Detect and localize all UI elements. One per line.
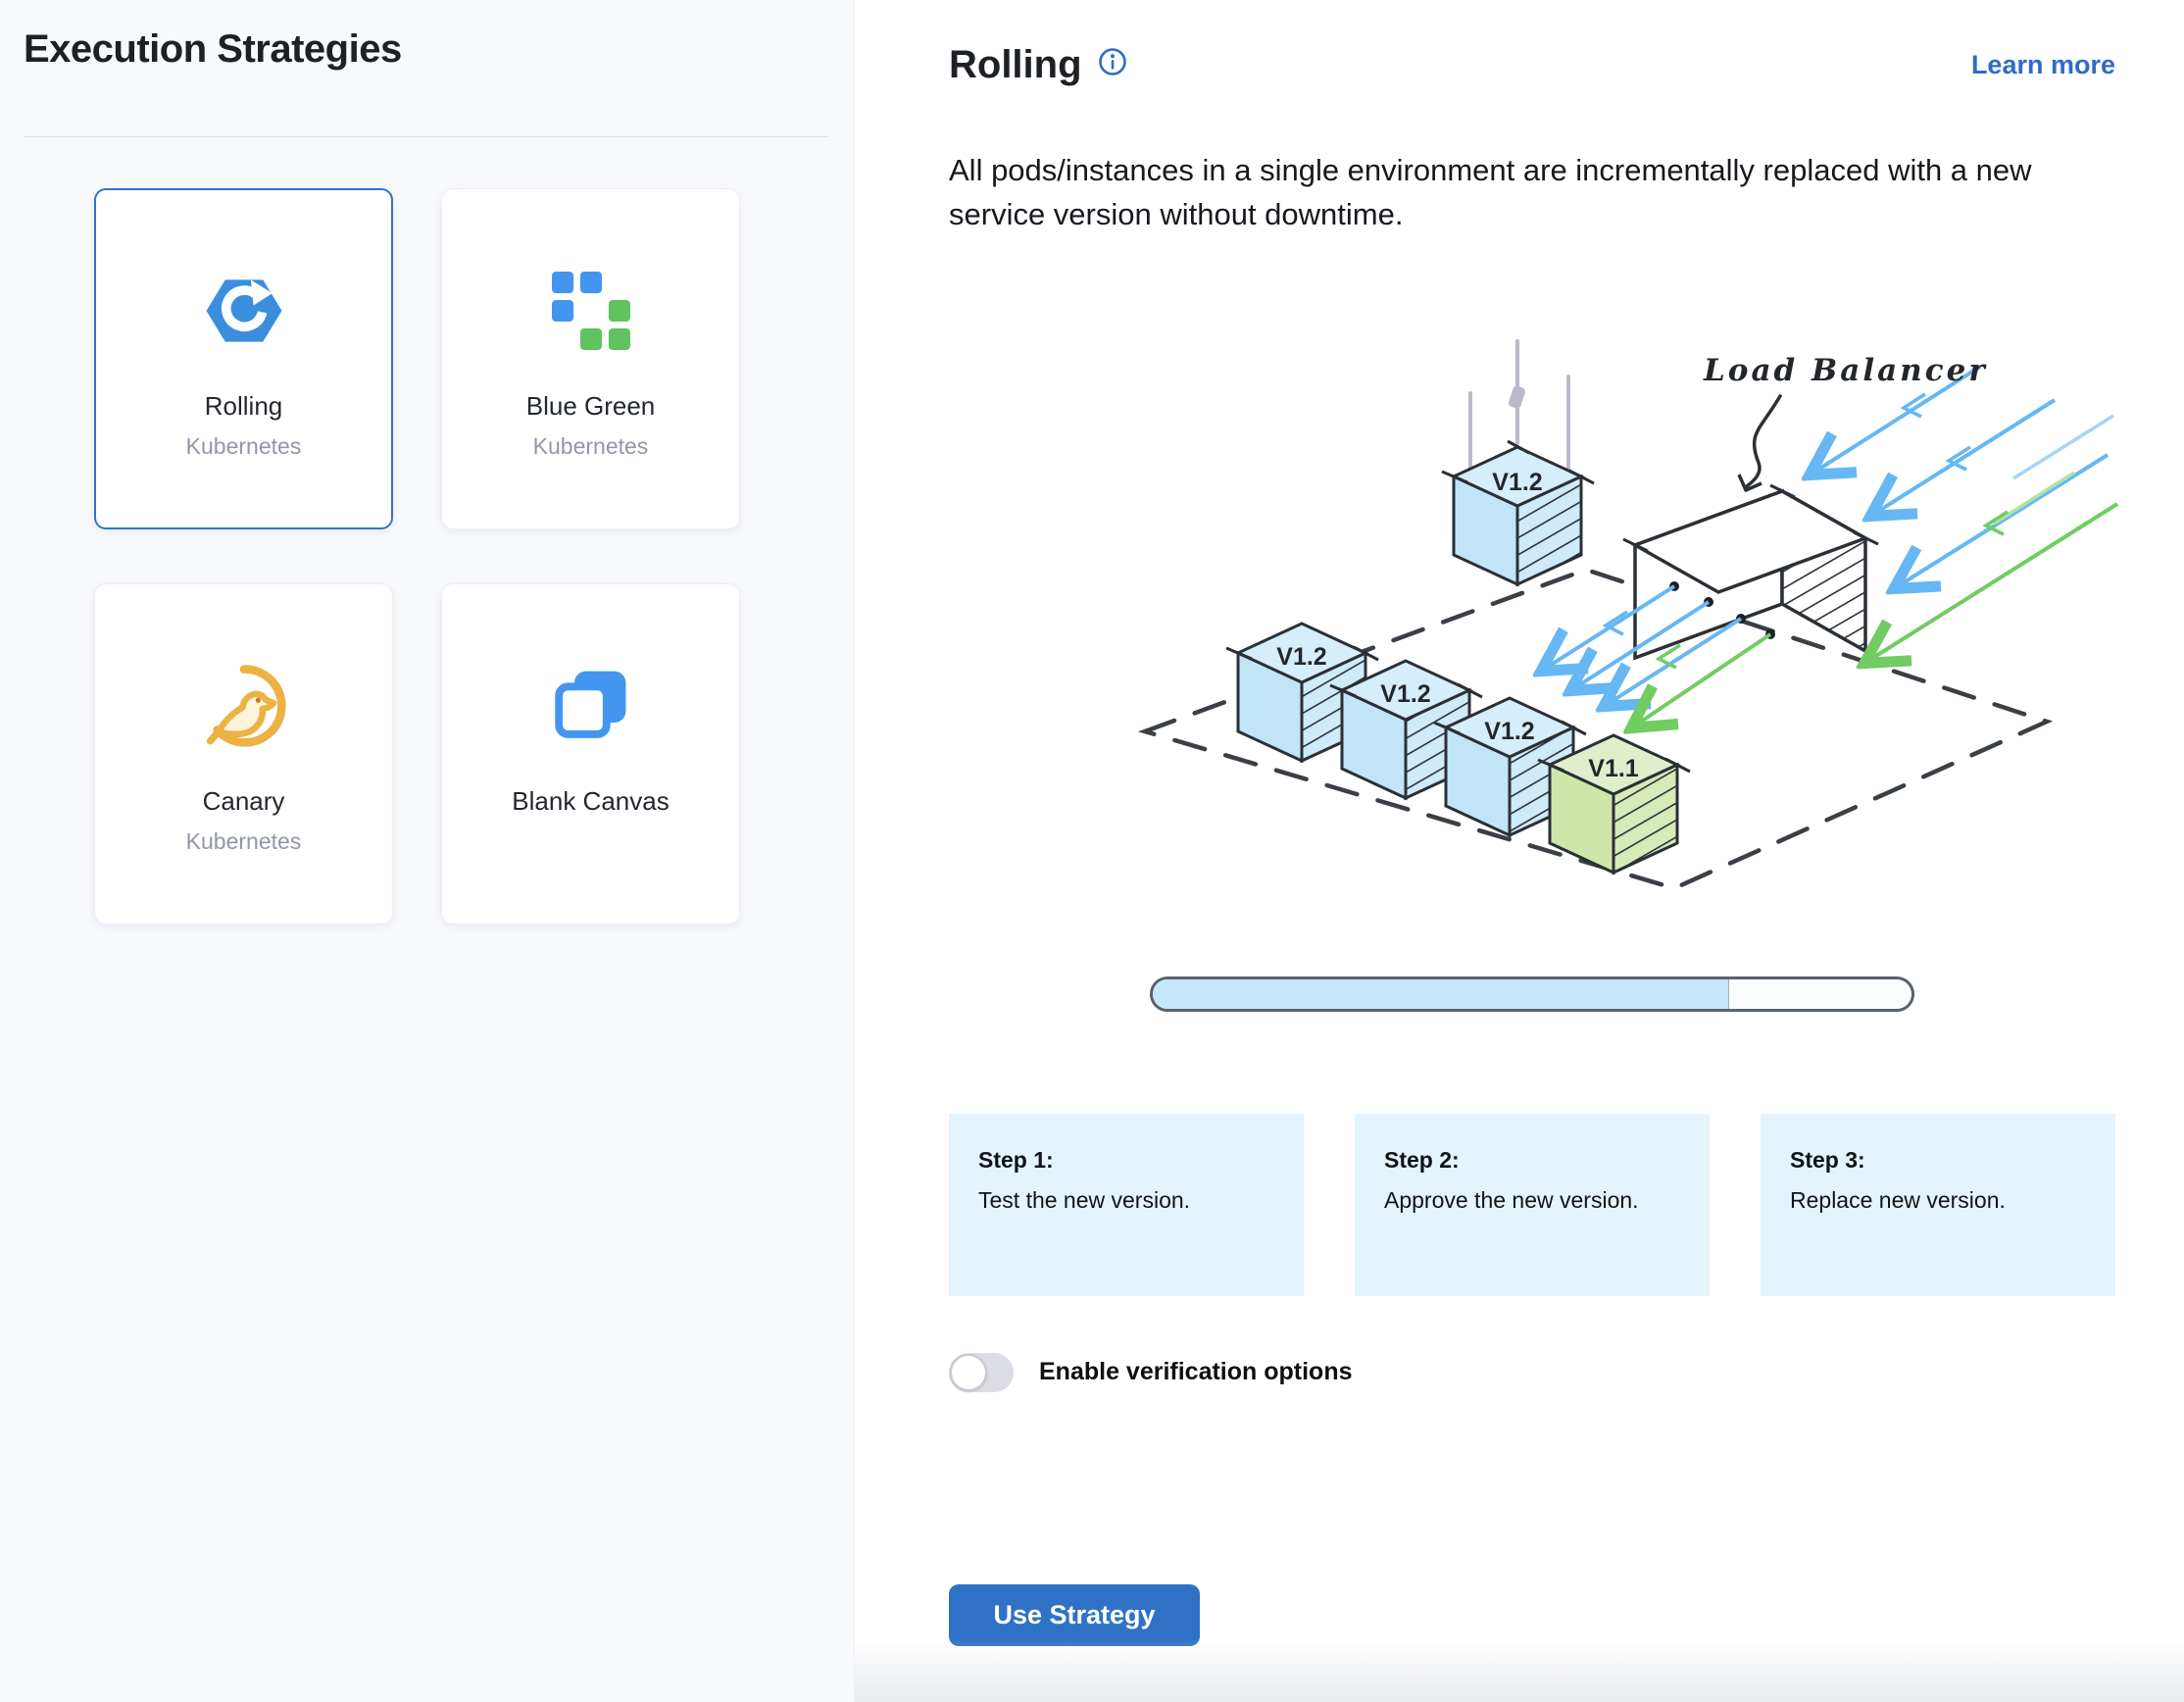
detail-header: Rolling Learn more <box>949 43 2115 87</box>
strategy-card-rolling[interactable]: Rolling Kubernetes <box>94 188 393 529</box>
strategies-sidebar: Execution Strategies Rolling Kubernetes <box>0 0 855 1702</box>
strategy-card-canary[interactable]: Canary Kubernetes <box>94 583 393 925</box>
progress-fill <box>1153 979 1729 1009</box>
step-title: Step 2: <box>1384 1147 1680 1174</box>
execution-strategies-screen: Execution Strategies Rolling Kubernetes <box>0 0 2184 1702</box>
rollout-progress-bar <box>1150 976 1914 1012</box>
incoming-pod-cube: V1.2 <box>1442 341 1594 584</box>
cube-version-label: V1.2 <box>1380 680 1430 708</box>
info-icon[interactable] <box>1098 47 1127 76</box>
steps-row: Step 1: Test the new version. Step 2: Ap… <box>949 1114 2115 1296</box>
load-balancer-label: Load Balancer <box>1703 353 1988 388</box>
rolling-icon <box>201 264 287 358</box>
step-card-3: Step 3: Replace new version. <box>1761 1114 2115 1296</box>
label-pointer-arrow <box>1747 396 1780 486</box>
strategy-card-blank-canvas[interactable]: Blank Canvas <box>441 583 740 925</box>
cube-version-label: V1.2 <box>1276 643 1326 671</box>
step-text: Replace new version. <box>1790 1187 2086 1214</box>
strategy-card-label: Rolling <box>205 391 283 422</box>
bottom-fade <box>855 1639 2184 1702</box>
cube-version-label: V1.2 <box>1484 718 1534 745</box>
strategy-card-sublabel: Kubernetes <box>186 828 302 855</box>
strategy-detail-panel: Rolling Learn more All pods/instances in… <box>855 0 2184 1702</box>
step-card-1: Step 1: Test the new version. <box>949 1114 1304 1296</box>
step-text: Test the new version. <box>978 1187 1274 1214</box>
page-title: Execution Strategies <box>24 27 854 72</box>
cube-version-label: V1.1 <box>1588 755 1639 782</box>
step-title: Step 3: <box>1790 1147 2086 1174</box>
canary-icon <box>199 659 289 753</box>
step-text: Approve the new version. <box>1384 1187 1680 1214</box>
strategy-description: All pods/instances in a single environme… <box>949 148 2096 237</box>
strategy-card-sublabel: Kubernetes <box>186 433 302 460</box>
use-strategy-button[interactable]: Use Strategy <box>949 1584 1200 1646</box>
strategy-card-label: Blue Green <box>526 391 656 422</box>
verification-toggle[interactable] <box>949 1353 1014 1392</box>
divider <box>24 136 828 137</box>
verification-toggle-label: Enable verification options <box>1039 1358 1353 1386</box>
strategy-card-grid: Rolling Kubernetes Blue Green Kubern <box>94 188 741 925</box>
step-card-2: Step 2: Approve the new version. <box>1355 1114 1710 1296</box>
detail-title: Rolling <box>949 43 1082 87</box>
strategy-card-label: Blank Canvas <box>512 786 669 817</box>
learn-more-link[interactable]: Learn more <box>1971 50 2115 80</box>
cube-version-label: V1.2 <box>1492 469 1542 496</box>
step-title: Step 1: <box>978 1147 1274 1174</box>
toggle-knob <box>950 1354 987 1391</box>
strategy-card-sublabel: Kubernetes <box>533 433 649 460</box>
rolling-illustration: V1.2 V1.2 <box>1125 339 2125 918</box>
blank-canvas-icon <box>550 659 632 753</box>
strategy-card-blue-green[interactable]: Blue Green Kubernetes <box>441 188 740 529</box>
blue-green-icon <box>552 264 630 358</box>
verification-toggle-row: Enable verification options <box>949 1353 2115 1392</box>
strategy-card-label: Canary <box>203 786 285 817</box>
